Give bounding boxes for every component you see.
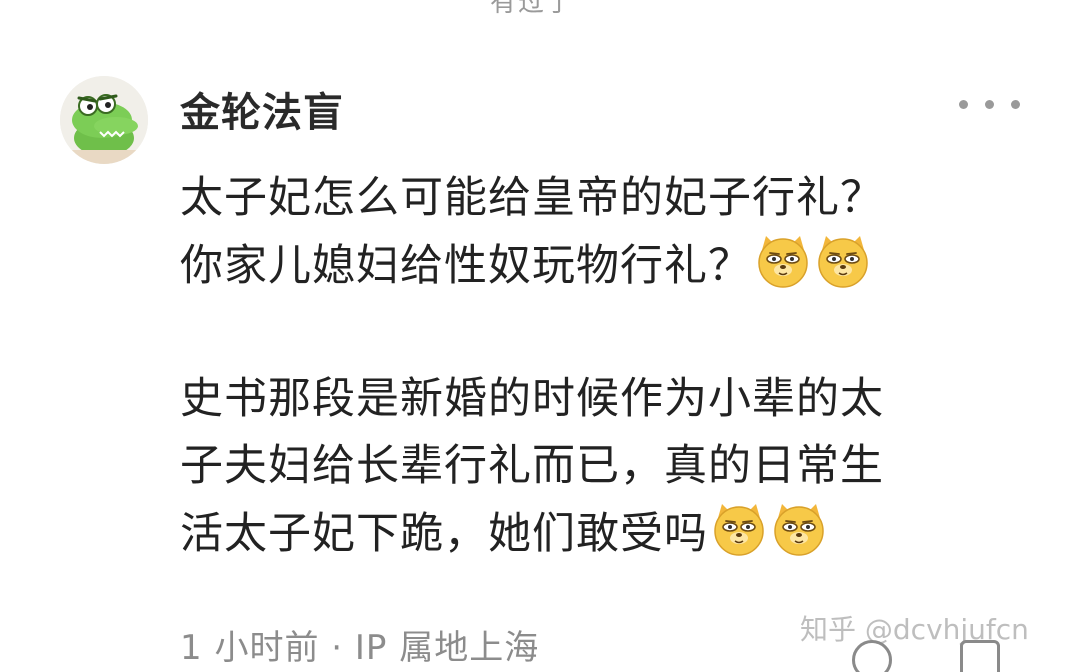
previous-comment-text: 有过了 (490, 0, 575, 18)
crocodile-avatar-icon (60, 76, 148, 164)
comment-line: 子夫妇给长辈行礼而已，真的日常生 (180, 433, 1060, 500)
like-icon[interactable] (960, 640, 1000, 672)
doge-emoji-icon (774, 504, 824, 556)
previous-comment-footer: 有过了 (0, 0, 1077, 18)
comment-line: 史书那段是新婚的时候作为小辈的太 (180, 366, 1060, 433)
ip-location: IP 属地上海 (354, 628, 540, 668)
comment-text: 你家儿媳妇给性奴玩物行礼？ (180, 241, 752, 291)
comment-text: 子夫妇给长辈行礼而已，真的日常生 (180, 441, 884, 491)
reply-icon[interactable] (852, 640, 892, 672)
avatar[interactable] (60, 76, 148, 164)
doge-emoji-icon (714, 504, 764, 556)
comment-meta: 1 小时前 · IP 属地上海 (180, 620, 539, 669)
comment-screen: 有过了 金轮法盲 太子妃怎么可能给皇帝的妃子行礼？ 你家儿媳妇给性奴玩物行礼？ … (0, 0, 1077, 672)
comment-text: 史书那段是新婚的时候作为小辈的太 (180, 374, 884, 424)
comment-line: 太子妃怎么可能给皇帝的妃子行礼？ (180, 165, 1060, 232)
comment-time: 1 小时前 (180, 628, 320, 668)
meta-separator: · (319, 628, 355, 668)
more-dot (1011, 100, 1020, 109)
more-dots-icon (959, 100, 968, 109)
comment-line: 活太子妃下跪，她们敢受吗 (180, 500, 1060, 567)
doge-emoji-icon (818, 236, 868, 288)
comment-text: 太子妃怎么可能给皇帝的妃子行礼？ (180, 173, 884, 223)
comment-text: 活太子妃下跪，她们敢受吗 (180, 509, 708, 559)
more-options-button[interactable] (955, 92, 1023, 116)
doge-emoji-icon (758, 236, 808, 288)
more-dot (985, 100, 994, 109)
comment-line: 你家儿媳妇给性奴玩物行礼？ (180, 232, 1060, 299)
author-name[interactable]: 金轮法盲 (180, 80, 344, 138)
comment-body: 太子妃怎么可能给皇帝的妃子行礼？ 你家儿媳妇给性奴玩物行礼？ 史书那段是新婚的时… (180, 165, 1060, 567)
